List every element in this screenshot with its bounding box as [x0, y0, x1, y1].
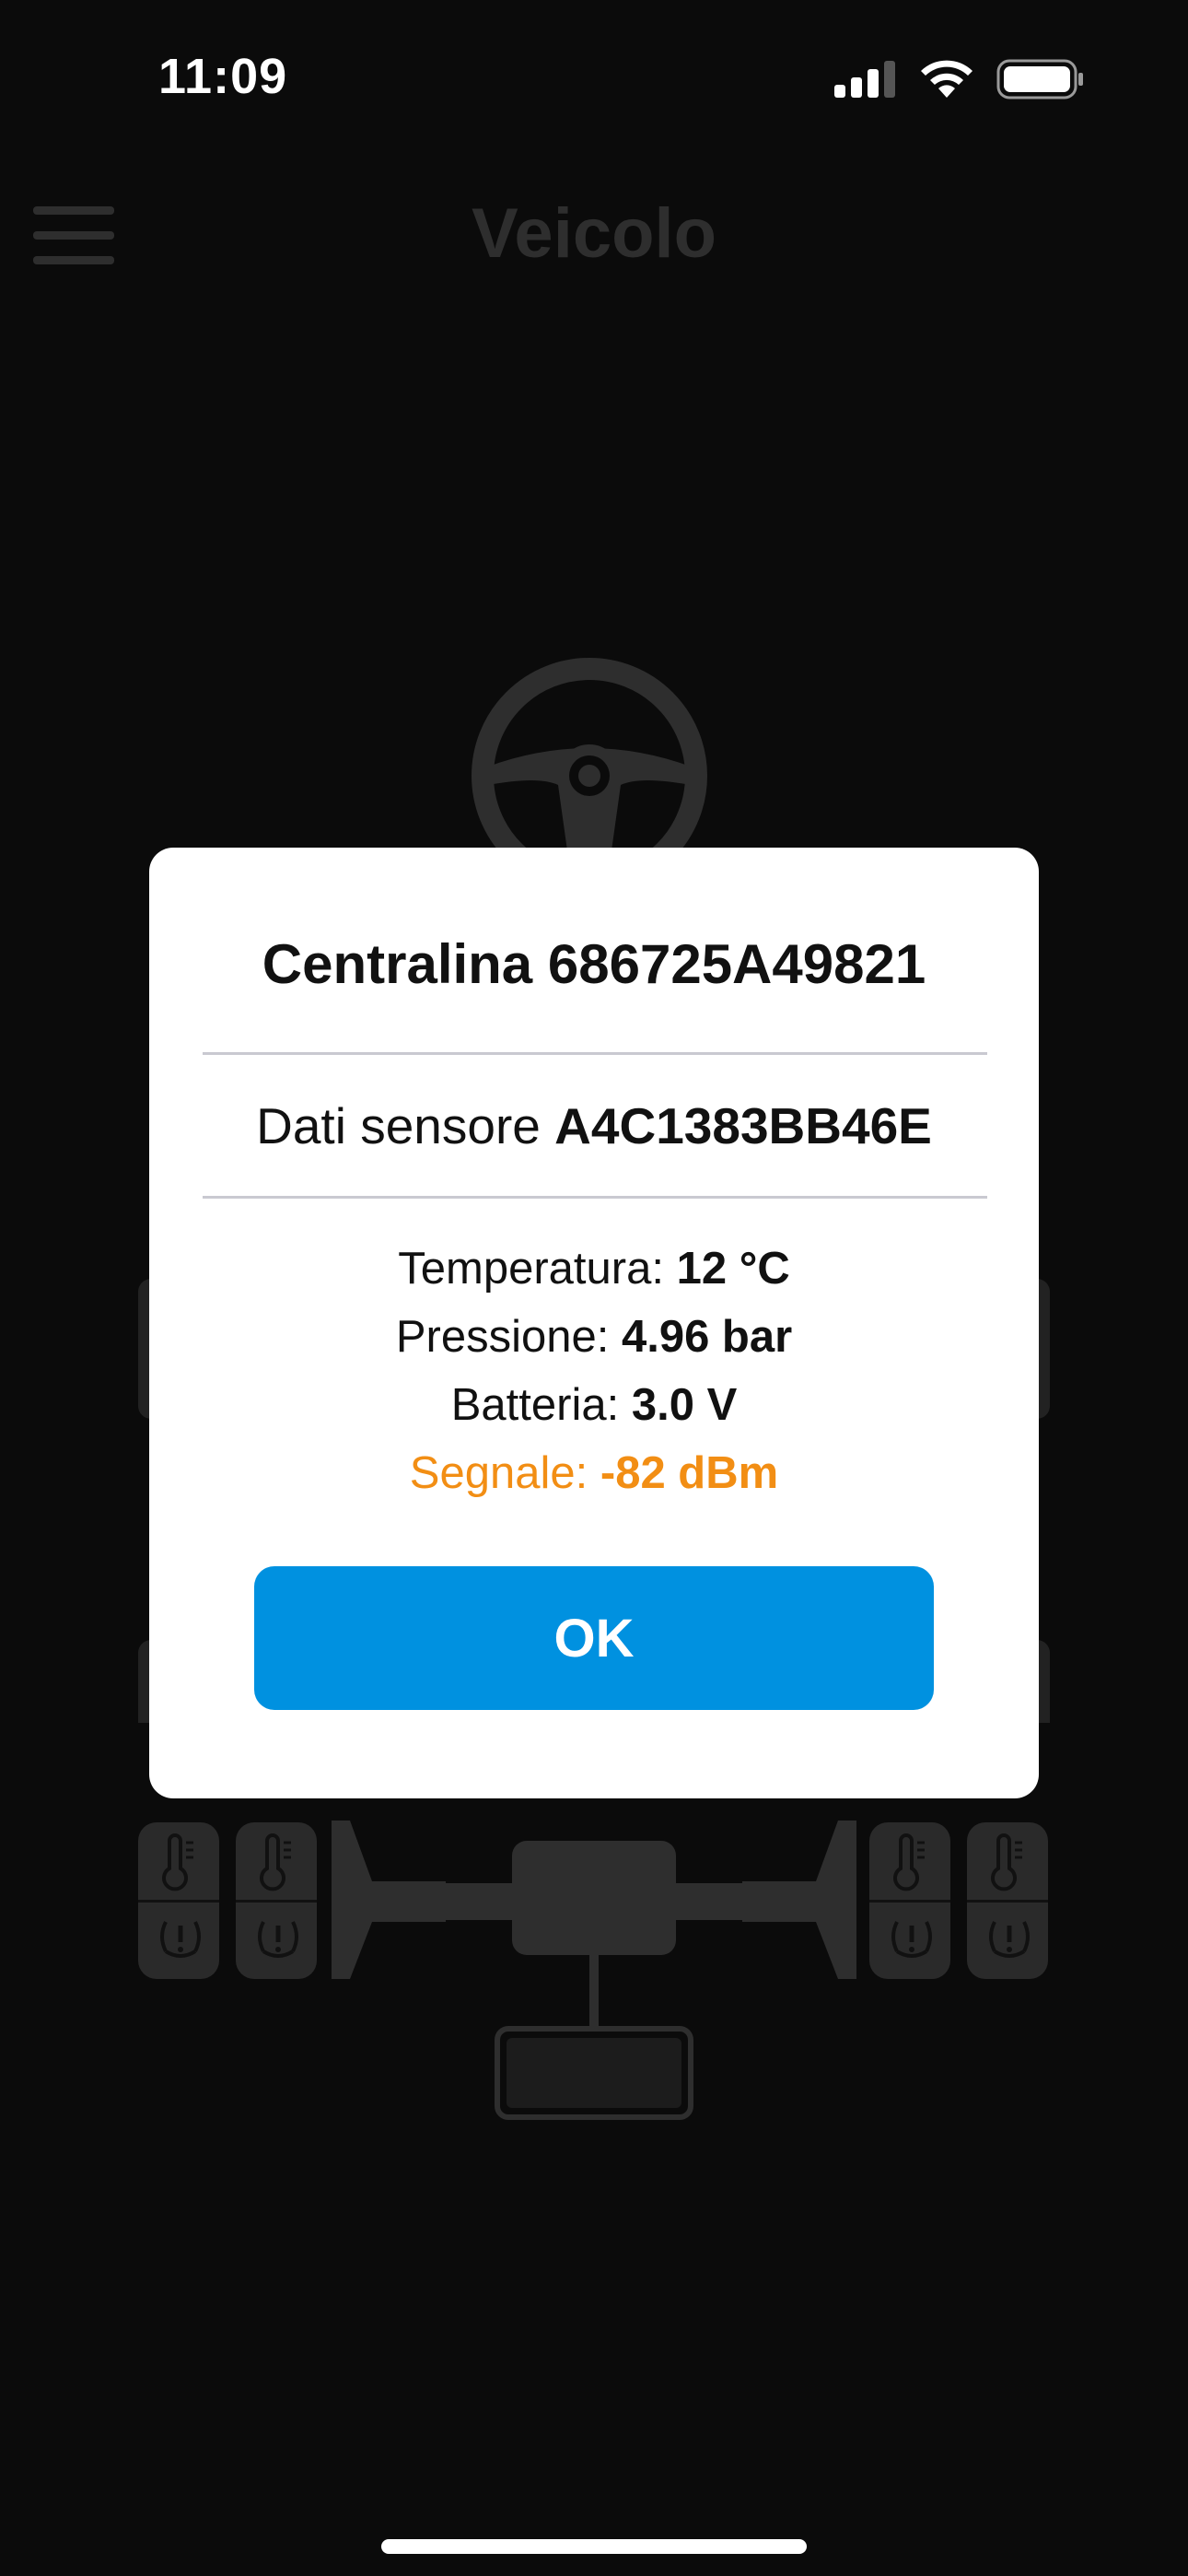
temperature-label: Temperatura:	[398, 1244, 664, 1294]
sensor-data-label: Dati sensore	[256, 1097, 541, 1154]
dialog-subtitle: Dati sensore A4C1383BB46E	[149, 1096, 1039, 1155]
sensor-readings: Temperatura: 12 °C Pressione: 4.96 bar B…	[149, 1235, 1039, 1507]
signal-value: -82 dBm	[600, 1448, 779, 1498]
home-indicator[interactable]	[381, 2539, 807, 2554]
signal-row: Segnale: -82 dBm	[149, 1439, 1039, 1507]
pressure-row: Pressione: 4.96 bar	[149, 1303, 1039, 1371]
signal-label: Segnale:	[409, 1448, 588, 1498]
vehicle-screen: 11:09 Veicolo Centralina 686725A49821 Da…	[0, 0, 1188, 2576]
sensor-id: A4C1383BB46E	[554, 1097, 932, 1154]
pressure-label: Pressione:	[395, 1312, 610, 1362]
sensor-data-dialog: Centralina 686725A49821 Dati sensore A4C…	[149, 848, 1039, 1798]
ok-button[interactable]: OK	[254, 1566, 934, 1710]
divider	[203, 1052, 987, 1055]
battery-label: Batteria:	[450, 1380, 620, 1430]
battery-row: Batteria: 3.0 V	[149, 1371, 1039, 1439]
temperature-value: 12 °C	[676, 1244, 790, 1294]
pressure-value: 4.96 bar	[621, 1312, 793, 1362]
temperature-row: Temperatura: 12 °C	[149, 1235, 1039, 1303]
dialog-title: Centralina 686725A49821	[262, 933, 926, 995]
battery-value: 3.0 V	[631, 1380, 738, 1430]
divider	[203, 1196, 987, 1199]
